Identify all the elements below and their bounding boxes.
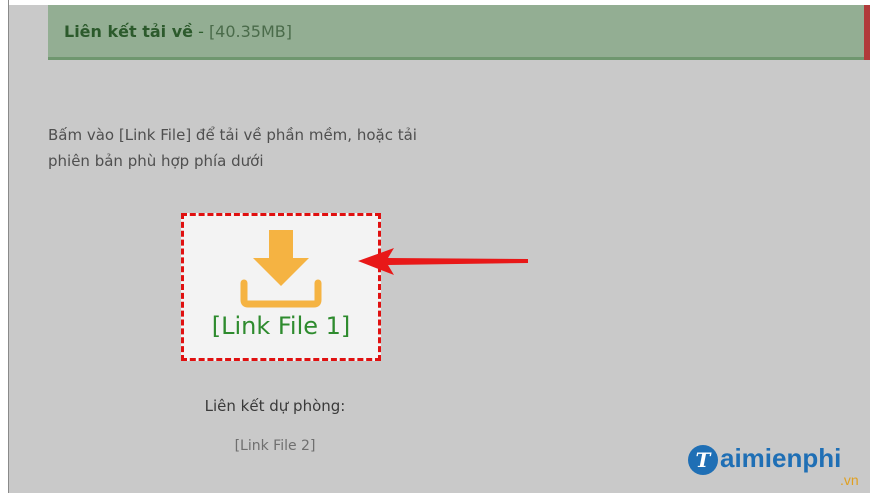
- download-icon: [240, 230, 322, 308]
- instructions-line-2: phiên bản phù hợp phía dưới: [48, 152, 264, 170]
- instructions-line-1: Bấm vào [Link File] để tải về phần mềm, …: [48, 126, 417, 144]
- link-file-1[interactable]: [Link File 1]: [184, 312, 378, 340]
- file-size: [40.35MB]: [208, 22, 293, 41]
- watermark-logo-icon: T: [688, 445, 718, 475]
- backup-links-label: Liên kết dự phòng:: [204, 397, 346, 415]
- right-edge-strip: [864, 5, 870, 60]
- watermark-suffix: .vn: [840, 472, 859, 488]
- taimienphi-watermark: T aimienphi .vn: [688, 443, 870, 491]
- watermark-text: aimienphi: [720, 443, 842, 473]
- header-title-text: Liên kết tải về: [64, 22, 193, 41]
- instructions-text: Bấm vào [Link File] để tải về phần mềm, …: [48, 122, 518, 174]
- header-title: Liên kết tải về - [40.35MB]: [64, 22, 292, 41]
- left-border: [0, 0, 9, 493]
- link-file-2[interactable]: [Link File 2]: [160, 438, 390, 454]
- header-separator: -: [192, 22, 209, 41]
- red-arrow-pointer: [358, 248, 528, 275]
- download-link-box[interactable]: [Link File 1]: [181, 213, 381, 361]
- download-header: Liên kết tải về - [40.35MB]: [48, 5, 870, 60]
